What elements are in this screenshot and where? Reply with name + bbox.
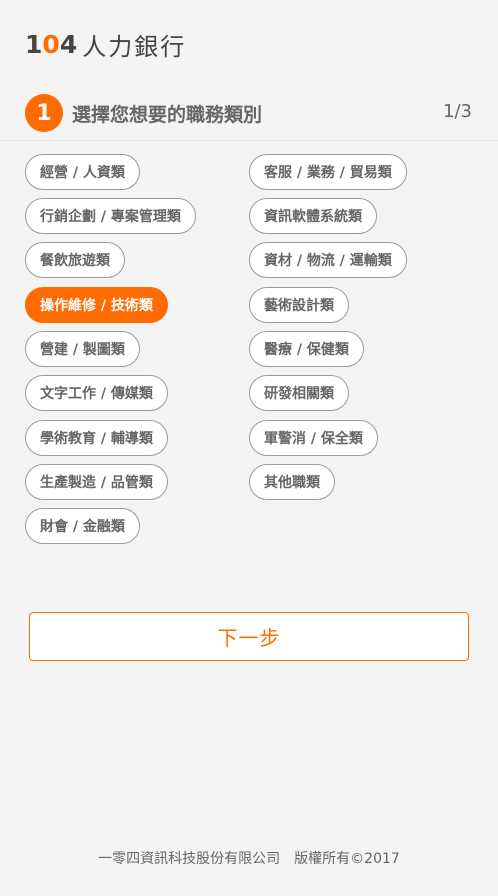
logo-digit: 4 (59, 29, 77, 59)
category-chip[interactable]: 營建 / 製圖類 (25, 331, 140, 367)
logo-digit: 1 (25, 29, 42, 59)
step-header: 1 選擇您想要的職務類別 1/3 (0, 88, 498, 141)
next-step-button[interactable]: 下一步 (29, 612, 469, 661)
step-title: 選擇您想要的職務類別 (72, 104, 263, 126)
logo-text: 人力銀行 (82, 32, 187, 61)
logo-mark: 1 0 4 (25, 29, 77, 59)
category-chip[interactable]: 資訊軟體系統類 (249, 198, 377, 234)
category-chip[interactable]: 研發相關類 (249, 375, 349, 411)
category-chip[interactable]: 軍警消 / 保全類 (249, 420, 378, 456)
category-chip[interactable]: 其他職類 (249, 464, 335, 500)
category-chip[interactable]: 餐飲旅遊類 (25, 242, 125, 278)
step-progress: 1/3 (443, 101, 472, 122)
category-chip[interactable]: 藝術設計類 (249, 287, 349, 323)
category-chip[interactable]: 財會 / 金融類 (25, 508, 140, 544)
category-chip[interactable]: 資材 / 物流 / 運輸類 (249, 242, 407, 278)
category-chip[interactable]: 學術教育 / 輔導類 (25, 420, 168, 456)
category-chip[interactable]: 客服 / 業務 / 貿易類 (249, 154, 407, 190)
step-number-badge: 1 (25, 94, 63, 132)
category-chip[interactable]: 經營 / 人資類 (25, 154, 140, 190)
app-header: 1 0 4 人力銀行 (0, 0, 498, 88)
category-chip[interactable]: 行銷企劃 / 專案管理類 (25, 198, 196, 234)
brand-logo[interactable]: 1 0 4 人力銀行 (25, 28, 187, 61)
category-chip[interactable]: 醫療 / 保健類 (249, 331, 364, 367)
category-chip[interactable]: 文字工作 / 傳媒類 (25, 375, 168, 411)
copyright-footer: 一零四資訊科技股份有限公司 版權所有©2017 (98, 851, 400, 867)
category-chip-selected[interactable]: 操作維修 / 技術類 (25, 287, 168, 323)
category-chip[interactable]: 生產製造 / 品管類 (25, 464, 168, 500)
logo-digit-accent: 0 (42, 29, 59, 59)
